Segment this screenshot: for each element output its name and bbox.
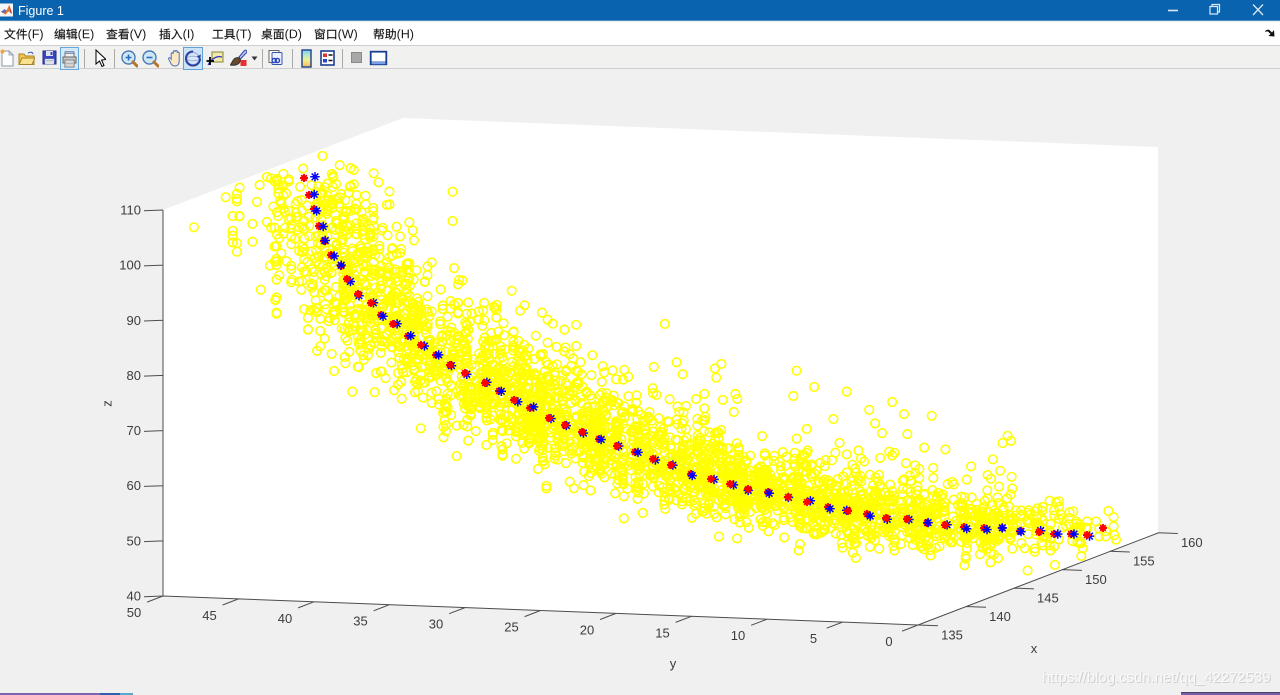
svg-text:20: 20 (580, 622, 594, 637)
svg-text:40: 40 (278, 611, 292, 626)
svg-text:45: 45 (202, 608, 216, 623)
svg-text:160: 160 (1181, 535, 1203, 550)
svg-text:150: 150 (1085, 572, 1107, 587)
svg-text:135: 135 (941, 628, 963, 643)
svg-text:100: 100 (119, 258, 141, 273)
svg-text:0: 0 (885, 634, 892, 649)
svg-text:90: 90 (127, 313, 141, 328)
svg-text:140: 140 (989, 609, 1011, 624)
svg-text:40: 40 (127, 589, 141, 604)
svg-text:30: 30 (429, 617, 443, 632)
svg-text:10: 10 (731, 628, 745, 643)
svg-text:y: y (670, 656, 677, 671)
svg-text:70: 70 (127, 423, 141, 438)
svg-text:35: 35 (353, 614, 367, 629)
svg-text:60: 60 (127, 478, 141, 493)
svg-text:110: 110 (120, 203, 141, 218)
svg-text:15: 15 (655, 625, 669, 640)
svg-text:50: 50 (127, 605, 141, 620)
svg-text:80: 80 (127, 368, 141, 383)
svg-text:z: z (100, 400, 115, 407)
svg-text:155: 155 (1133, 554, 1155, 569)
svg-text:5: 5 (810, 631, 817, 646)
svg-text:50: 50 (127, 533, 141, 548)
svg-text:25: 25 (504, 620, 518, 635)
svg-text:x: x (1031, 641, 1038, 656)
svg-text:145: 145 (1037, 591, 1059, 606)
